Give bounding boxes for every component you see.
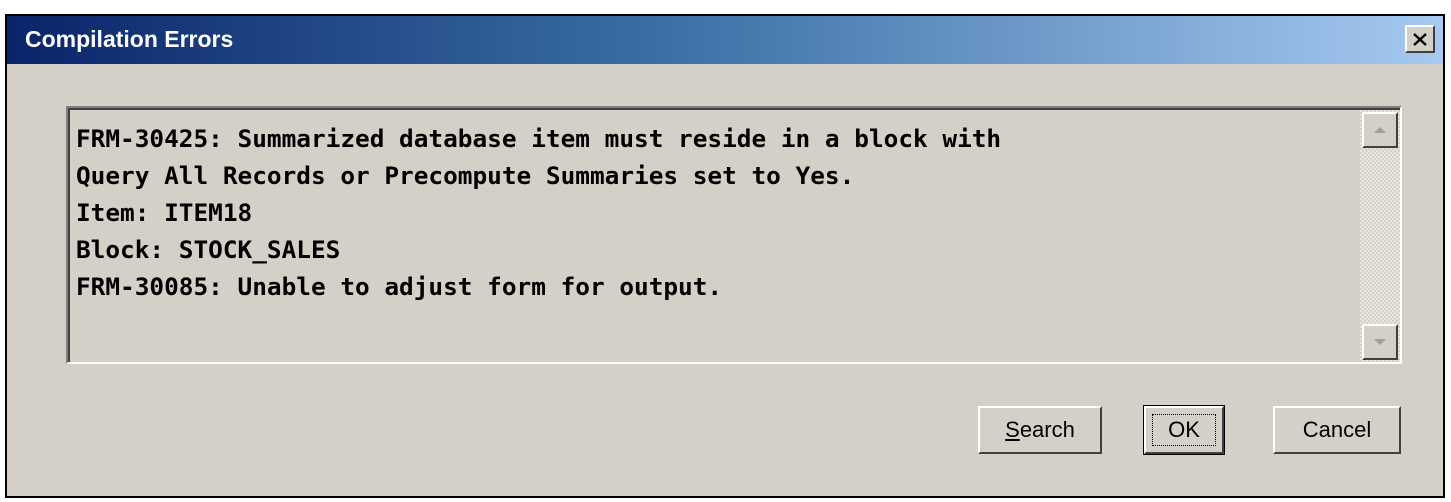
search-label: earch	[1019, 417, 1075, 442]
error-text: FRM-30425: Summarized database item must…	[76, 120, 1356, 305]
ok-label: OK	[1168, 417, 1200, 442]
cancel-label: Cancel	[1302, 417, 1372, 442]
error-message-textarea[interactable]: FRM-30425: Summarized database item must…	[66, 106, 1402, 364]
compilation-errors-dialog: Compilation Errors FRM-30425: Summarized…	[5, 14, 1445, 498]
close-button[interactable]	[1405, 25, 1435, 53]
ok-button[interactable]: OK	[1143, 405, 1225, 455]
textarea-inner-border: FRM-30425: Summarized database item must…	[68, 108, 1400, 362]
scroll-up-arrow-icon	[1374, 127, 1386, 133]
scroll-up-button[interactable]	[1362, 112, 1398, 148]
close-x-icon	[1413, 32, 1427, 46]
dialog-title: Compilation Errors	[25, 26, 234, 52]
error-line-3: Item: ITEM18	[76, 198, 253, 227]
error-line-5: FRM-30085: Unable to adjust form for out…	[76, 272, 723, 301]
search-button[interactable]: Search	[978, 406, 1102, 454]
vertical-scrollbar[interactable]	[1360, 110, 1400, 362]
error-line-2: Query All Records or Precompute Summarie…	[76, 161, 855, 190]
title-bar[interactable]: Compilation Errors	[7, 16, 1443, 64]
search-mnemonic: S	[1005, 417, 1020, 442]
cancel-button[interactable]: Cancel	[1273, 406, 1401, 454]
scroll-down-button[interactable]	[1362, 324, 1398, 360]
scroll-down-arrow-icon	[1374, 339, 1386, 345]
error-line-1: FRM-30425: Summarized database item must…	[76, 124, 1002, 153]
error-line-4: Block: STOCK_SALES	[76, 235, 341, 264]
